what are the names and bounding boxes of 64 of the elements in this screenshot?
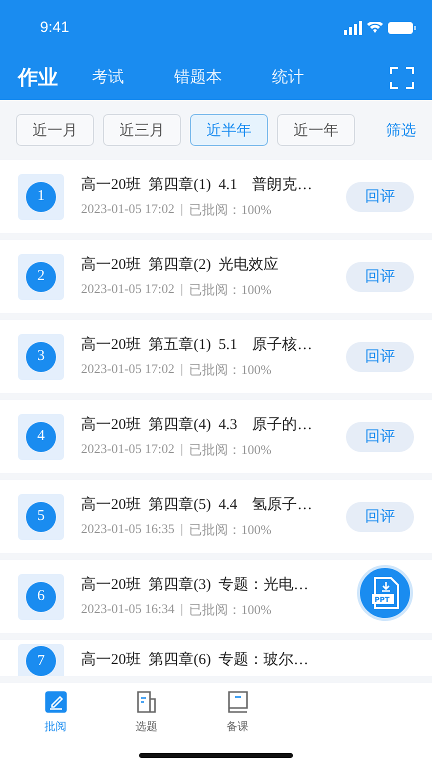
homework-date: 2023-01-05 17:02	[81, 280, 175, 298]
review-status: 已批阅：100%	[189, 280, 272, 298]
review-button[interactable]: 回评	[346, 422, 414, 452]
homework-date: 2023-01-05 16:35	[81, 520, 175, 538]
homework-card[interactable]: 1 高一20班 第四章(1) 4.1 普朗克… 2023-01-05 17:02 | 已批阅：100% 回评	[0, 160, 432, 233]
status-time: 9:41	[40, 19, 70, 36]
book-icon	[226, 691, 248, 713]
homework-title: 高一20班 第四章(3) 专题：光电…	[81, 575, 310, 594]
homework-card[interactable]: 2 高一20班 第四章(2) 光电效应 2023-01-05 17:02 | 已批阅：100% 回评	[0, 240, 432, 313]
homework-date: 2023-01-05 17:02	[81, 200, 175, 218]
header-tab[interactable]: 错题本	[174, 67, 222, 88]
period-filter[interactable]: 近一年	[277, 114, 355, 146]
homework-title: 高一20班 第四章(2) 光电效应	[81, 255, 280, 274]
homework-card[interactable]: 7 高一20班 第四章(6) 专题：玻尔…	[0, 640, 432, 676]
battery-icon	[388, 22, 416, 34]
wifi-icon	[367, 22, 383, 33]
review-button[interactable]: 回评	[346, 182, 414, 212]
period-filter[interactable]: 近一月	[16, 114, 94, 146]
meta-separator: |	[180, 440, 184, 458]
number-badge: 1	[26, 182, 56, 212]
header-tab[interactable]: 考试	[92, 67, 124, 88]
homework-title: 高一20班 第四章(6) 专题：玻尔…	[81, 650, 310, 669]
homework-card[interactable]: 5 高一20班 第四章(5) 4.4 氢原子… 2023-01-05 16:35 | 已批阅：100% 回评	[0, 480, 432, 553]
homework-title: 高一20班 第四章(1) 4.1 普朗克…	[81, 175, 314, 194]
meta-separator: |	[180, 360, 184, 378]
review-status: 已批阅：100%	[189, 360, 272, 378]
meta-separator: |	[180, 520, 184, 538]
signal-icon	[344, 20, 362, 34]
header-tab[interactable]: 作业	[18, 64, 58, 91]
homework-card[interactable]: 3 高一20班 第五章(1) 5.1 原子核… 2023-01-05 17:02 | 已批阅：100% 回评	[0, 320, 432, 393]
review-status: 已批阅：100%	[189, 600, 272, 618]
number-badge: 7	[26, 646, 56, 676]
homework-title: 高一20班 第四章(4) 4.3 原子的…	[81, 415, 314, 434]
period-filter[interactable]: 近三月	[103, 114, 181, 146]
bottom-tab[interactable]: 备课	[192, 691, 283, 734]
filter-link[interactable]: 筛选	[386, 120, 416, 140]
document-icon	[136, 691, 158, 713]
scan-icon[interactable]	[390, 66, 414, 90]
homework-date: 2023-01-05 17:02	[81, 360, 175, 378]
homework-title: 高一20班 第五章(1) 5.1 原子核…	[81, 335, 314, 354]
meta-separator: |	[180, 200, 184, 218]
meta-separator: |	[180, 280, 184, 298]
review-button[interactable]: 回评	[346, 342, 414, 372]
homework-title: 高一20班 第四章(5) 4.4 氢原子…	[81, 495, 314, 514]
bottom-tab[interactable]: 批阅	[10, 691, 101, 734]
review-status: 已批阅：100%	[189, 520, 272, 538]
number-badge: 4	[26, 422, 56, 452]
review-button[interactable]: 回评	[346, 502, 414, 532]
header-tab[interactable]: 统计	[272, 67, 304, 88]
review-button[interactable]: 回评	[346, 262, 414, 292]
number-badge: 3	[26, 342, 56, 372]
homework-date: 2023-01-05 17:02	[81, 440, 175, 458]
number-badge: 2	[26, 262, 56, 292]
period-filter[interactable]: 近半年	[190, 114, 268, 146]
review-status: 已批阅：100%	[189, 200, 272, 218]
ppt-file-icon	[371, 577, 401, 609]
homework-date: 2023-01-05 16:34	[81, 600, 175, 618]
bottom-tab[interactable]: 选题	[101, 691, 192, 734]
meta-separator: |	[180, 600, 184, 618]
number-badge: 6	[26, 582, 56, 612]
review-status: 已批阅：100%	[189, 440, 272, 458]
number-badge: 5	[26, 502, 56, 532]
pencil-icon	[44, 691, 66, 713]
homework-card[interactable]: 4 高一20班 第四章(4) 4.3 原子的… 2023-01-05 17:02 | 已批阅：100% 回评	[0, 400, 432, 473]
